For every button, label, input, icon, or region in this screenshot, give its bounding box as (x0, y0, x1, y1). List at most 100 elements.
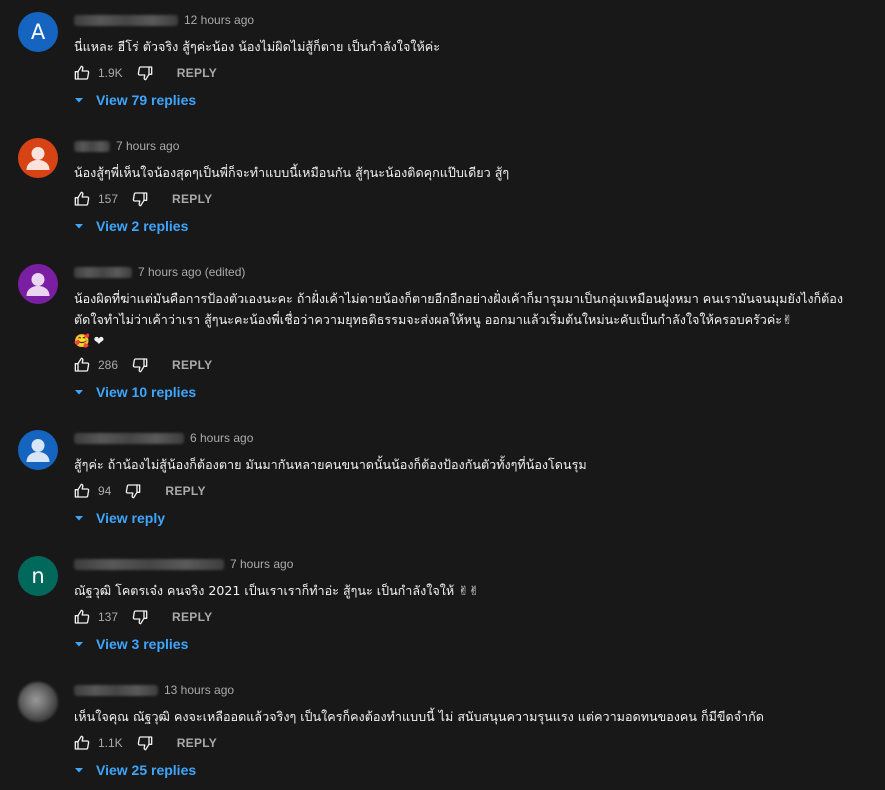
thumbs-down-icon (132, 610, 148, 625)
author-name-redacted[interactable] (74, 684, 158, 696)
dislike-button[interactable] (132, 191, 148, 207)
dislike-button[interactable] (137, 735, 153, 751)
dislike-button[interactable] (125, 483, 141, 499)
thumbs-up-icon (74, 609, 90, 624)
caret-down-icon (74, 221, 84, 231)
thumbs-up-icon (74, 65, 90, 80)
comment-text: นี่แหละ ฮีโร่ ตัวจริง สู้ๆค่ะน้อง น้องไม… (74, 39, 440, 54)
thumbs-up-icon (74, 191, 90, 206)
comment-actions: 94 REPLY (74, 481, 206, 501)
view-replies-label: View 10 replies (96, 384, 197, 400)
comment-text: น้องผิดที่ฆ่าแต่มันคือการป้องตัวเองนะคะ … (74, 291, 844, 348)
like-button[interactable] (74, 735, 90, 751)
view-replies-button[interactable]: View 25 replies (74, 760, 196, 780)
reply-button[interactable]: REPLY (172, 610, 212, 624)
thumbs-up-icon (74, 483, 90, 498)
caret-down-icon (74, 95, 84, 105)
like-count: 137 (98, 610, 119, 624)
comment-actions: 1.1K REPLY (74, 733, 217, 753)
comment-timestamp[interactable]: 13 hours ago (164, 683, 234, 697)
view-replies-button[interactable]: View 2 replies (74, 216, 188, 236)
author-name-redacted[interactable] (74, 432, 184, 444)
view-replies-label: View 2 replies (96, 218, 189, 234)
comment-header: 12 hours ago (74, 12, 254, 28)
comment-timestamp[interactable]: 7 hours ago (230, 557, 293, 571)
reply-button[interactable]: REPLY (172, 358, 212, 372)
comment-timestamp[interactable]: 7 hours ago (116, 139, 179, 153)
view-replies-label: View 79 replies (96, 92, 197, 108)
like-count: 1.9K (98, 66, 123, 80)
dislike-button[interactable] (132, 609, 148, 625)
avatar[interactable] (18, 430, 58, 470)
comment-actions: 157 REPLY (74, 189, 212, 209)
comment-timestamp[interactable]: 7 hours ago (edited) (138, 265, 245, 279)
author-name-redacted[interactable] (74, 14, 178, 26)
comment-thread: A 12 hours ago นี่แหละ ฮีโร่ ตัวจริง สู้… (0, 12, 885, 122)
dislike-button[interactable] (137, 65, 153, 81)
view-replies-label: View 25 replies (96, 762, 197, 778)
view-replies-button[interactable]: View reply (74, 508, 165, 528)
avatar[interactable]: n (18, 556, 58, 596)
comment-text: ณัฐวุฒิ โคตรเจ๋ง คนจริง 2021 เป็นเราเราก… (74, 583, 480, 598)
view-replies-button[interactable]: View 10 replies (74, 382, 196, 402)
comment-thread: 7 hours ago (edited) น้องผิดที่ฆ่าแต่มัน… (0, 264, 885, 404)
avatar[interactable] (18, 682, 58, 722)
like-count: 1.1K (98, 736, 123, 750)
comment-thread: 13 hours ago เห็นใจคุณ ณัฐวุฒิ คงจะเหลือ… (0, 682, 885, 788)
view-replies-label: View 3 replies (96, 636, 189, 652)
avatar-letter: A (30, 20, 46, 44)
like-button[interactable] (74, 609, 90, 625)
caret-down-icon (74, 387, 84, 397)
comment-text: เห็นใจคุณ ณัฐวุฒิ คงจะเหลืออดแล้วจริงๆ เ… (74, 709, 764, 724)
comment-timestamp[interactable]: 12 hours ago (184, 13, 254, 27)
avatar[interactable]: A (18, 12, 58, 52)
comment-timestamp[interactable]: 6 hours ago (190, 431, 253, 445)
avatar[interactable] (18, 264, 58, 304)
like-button[interactable] (74, 357, 90, 373)
reply-button[interactable]: REPLY (172, 192, 212, 206)
comment-header: 7 hours ago (edited) (74, 264, 245, 280)
comment-thread: n 7 hours ago ณัฐวุฒิ โคตรเจ๋ง คนจริง 20… (0, 556, 885, 666)
author-name-redacted[interactable] (74, 558, 224, 570)
thumbs-down-icon (137, 66, 153, 81)
caret-down-icon (74, 513, 84, 523)
like-count: 157 (98, 192, 119, 206)
person-icon (26, 439, 50, 462)
comment-header: 7 hours ago (74, 138, 179, 154)
thumbs-down-icon (132, 192, 148, 207)
caret-down-icon (74, 639, 84, 649)
like-button[interactable] (74, 483, 90, 499)
like-count: 286 (98, 358, 119, 372)
comment-actions: 286 REPLY (74, 355, 212, 375)
thumbs-down-icon (126, 484, 141, 499)
reply-button[interactable]: REPLY (177, 66, 217, 80)
comment-text: น้องสู้ๆพี่เห็นใจน้องสุดๆเป็นพี่ก็จะทำแบ… (74, 165, 510, 180)
author-name-redacted[interactable] (74, 140, 110, 152)
view-replies-button[interactable]: View 3 replies (74, 634, 188, 654)
reply-button[interactable]: REPLY (165, 484, 205, 498)
thumbs-up-icon (74, 735, 90, 750)
comment-header: 13 hours ago (74, 682, 234, 698)
view-replies-button[interactable]: View 79 replies (74, 90, 196, 110)
thumbs-up-icon (74, 357, 90, 372)
dislike-button[interactable] (132, 357, 148, 373)
view-replies-label: View reply (96, 510, 166, 526)
comment-text: สู้ๆค่ะ ถ้าน้องไม่สู้น้องก็ต้องตาย มันมา… (74, 457, 587, 472)
comment-thread: 6 hours ago สู้ๆค่ะ ถ้าน้องไม่สู้น้องก็ต… (0, 430, 885, 540)
like-button[interactable] (74, 65, 90, 81)
like-button[interactable] (74, 191, 90, 207)
comment-thread: 7 hours ago น้องสู้ๆพี่เห็นใจน้องสุดๆเป็… (0, 138, 885, 248)
person-icon (26, 273, 50, 296)
comment-header: 7 hours ago (74, 556, 293, 572)
avatar[interactable] (18, 138, 58, 178)
comment-header: 6 hours ago (74, 430, 253, 446)
reply-button[interactable]: REPLY (177, 736, 217, 750)
author-name-redacted[interactable] (74, 266, 132, 278)
thumbs-down-icon (137, 736, 153, 751)
like-count: 94 (98, 484, 112, 498)
thumbs-down-icon (132, 358, 148, 373)
avatar-letter: n (31, 564, 45, 588)
person-icon (26, 147, 50, 170)
comment-actions: 137 REPLY (74, 607, 212, 627)
caret-down-icon (74, 765, 84, 775)
